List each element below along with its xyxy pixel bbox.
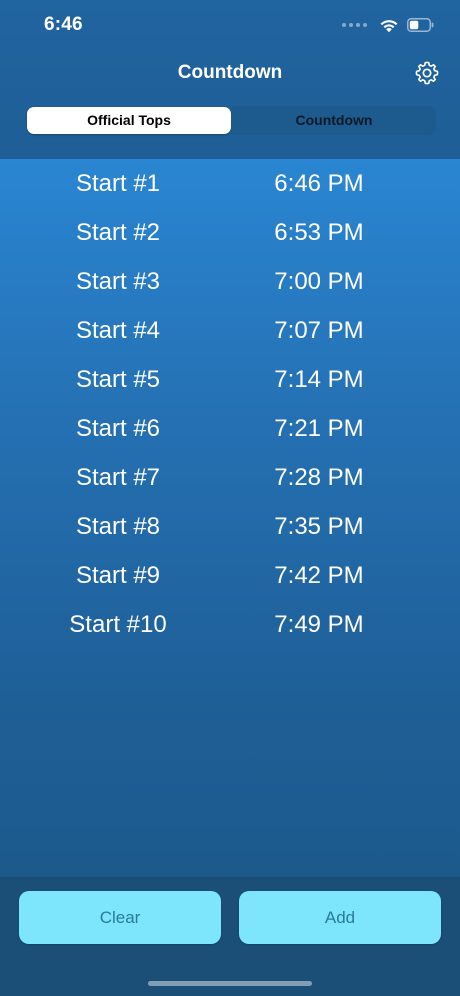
segmented-control: Official Tops Countdown — [26, 106, 436, 135]
start-label: Start #4 — [75, 317, 161, 344]
start-time: 7:14 PM — [274, 366, 364, 393]
cellular-dots-icon — [342, 23, 367, 27]
start-label: Start #5 — [75, 366, 161, 393]
start-time: 7:42 PM — [274, 562, 364, 589]
wifi-icon — [380, 19, 398, 32]
list-item: Start #6 7:21 PM — [0, 409, 460, 449]
start-label: Start #1 — [75, 170, 161, 197]
start-label: Start #9 — [75, 562, 161, 589]
list-item: Start #1 6:46 PM — [0, 164, 460, 204]
start-time: 7:28 PM — [274, 464, 364, 491]
page-title: Countdown — [177, 62, 283, 83]
status-time: 6:46 — [44, 14, 83, 35]
app-screen: 6:46 Countdown Official Tops Countdown S… — [0, 0, 460, 996]
start-time: 7:21 PM — [274, 415, 364, 442]
start-label: Start #8 — [75, 513, 161, 540]
start-time: 7:07 PM — [274, 317, 364, 344]
status-icons — [342, 14, 434, 36]
start-time: 7:00 PM — [274, 268, 364, 295]
clear-button[interactable]: Clear — [19, 891, 221, 944]
start-time: 6:46 PM — [274, 170, 364, 197]
start-label: Start #6 — [75, 415, 161, 442]
list-item: Start #3 7:00 PM — [0, 262, 460, 302]
battery-icon — [407, 18, 434, 32]
list-item: Start #8 7:35 PM — [0, 507, 460, 547]
home-indicator[interactable] — [148, 981, 312, 986]
tab-official-tops[interactable]: Official Tops — [27, 107, 231, 134]
list-item: Start #9 7:42 PM — [0, 556, 460, 596]
tab-countdown[interactable]: Countdown — [232, 106, 436, 135]
start-label: Start #10 — [69, 611, 167, 638]
list-item: Start #7 7:28 PM — [0, 458, 460, 498]
start-label: Start #7 — [75, 464, 161, 491]
gear-icon[interactable] — [414, 60, 440, 86]
list-item: Start #4 7:07 PM — [0, 311, 460, 351]
list-item: Start #10 7:49 PM — [0, 605, 460, 645]
header: 6:46 Countdown Official Tops Countdown — [0, 0, 460, 159]
list-item: Start #5 7:14 PM — [0, 360, 460, 400]
start-time: 6:53 PM — [274, 219, 364, 246]
starts-list: Start #1 6:46 PM Start #2 6:53 PM Start … — [0, 159, 460, 877]
add-button[interactable]: Add — [239, 891, 441, 944]
start-label: Start #2 — [75, 219, 161, 246]
bottom-toolbar: Clear Add — [0, 877, 460, 996]
start-time: 7:35 PM — [274, 513, 364, 540]
start-time: 7:49 PM — [274, 611, 364, 638]
list-item: Start #2 6:53 PM — [0, 213, 460, 253]
start-label: Start #3 — [75, 268, 161, 295]
